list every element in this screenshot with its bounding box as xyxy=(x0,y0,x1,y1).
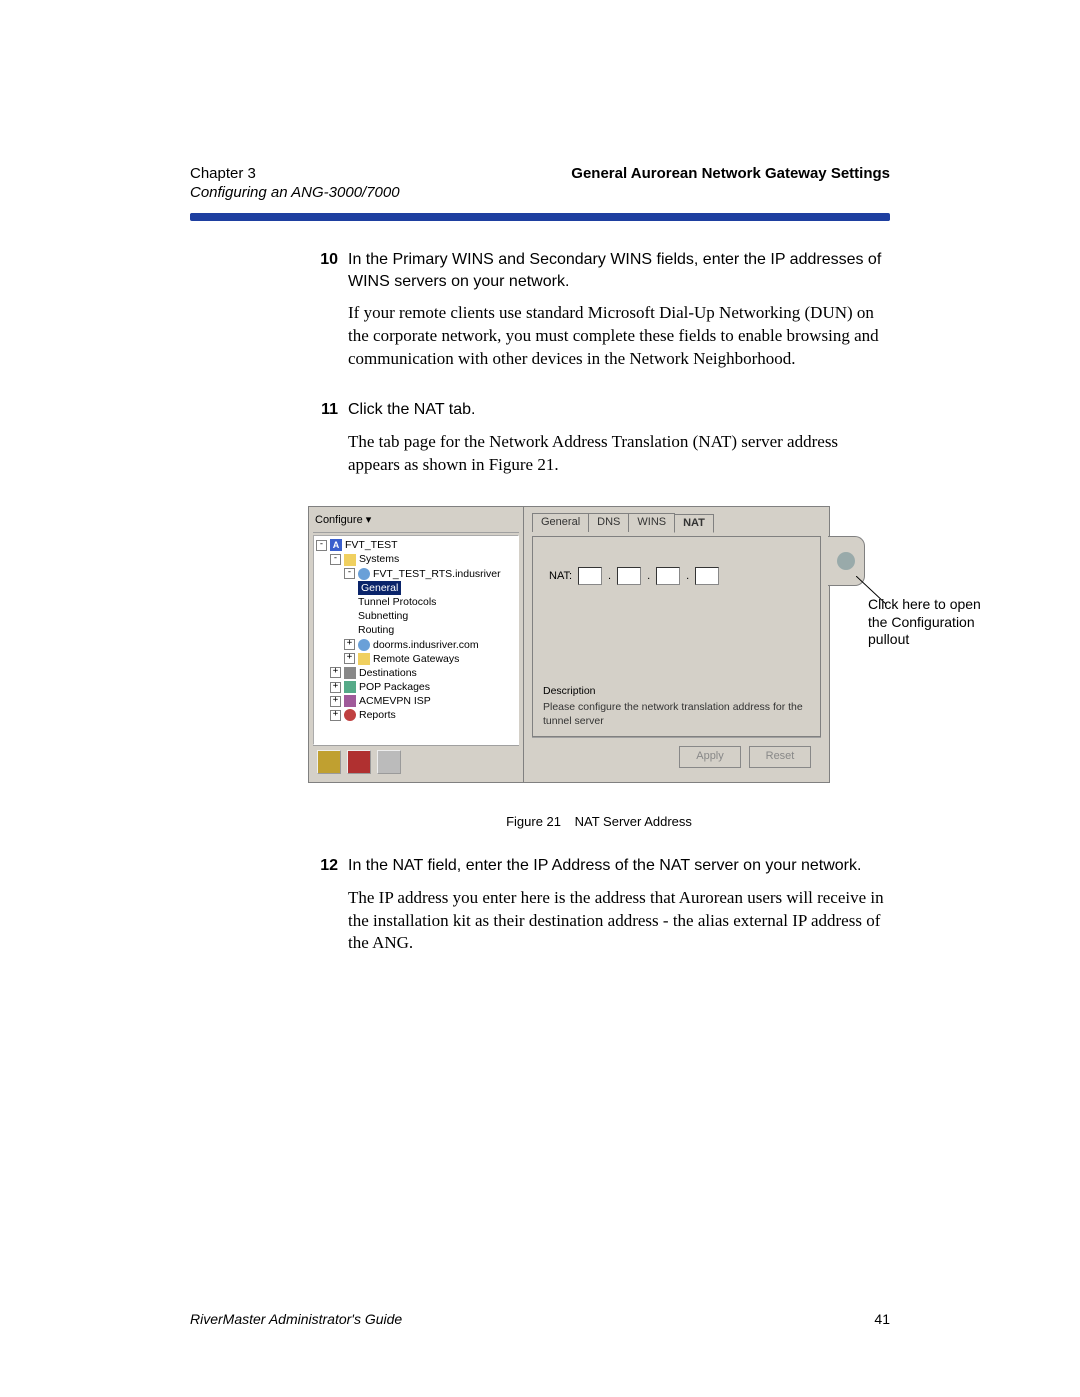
tree-item-remote[interactable]: Remote Gateways xyxy=(373,652,459,666)
tab-general[interactable]: General xyxy=(532,513,589,532)
nat-tab-body: NAT: . . . Description Please configure … xyxy=(532,536,821,737)
pullout-icon xyxy=(837,552,855,570)
toolbar-icon-1[interactable] xyxy=(317,750,341,774)
globe-icon xyxy=(358,568,370,580)
step-number: 12 xyxy=(308,855,338,965)
nat-ip-octet-4[interactable] xyxy=(695,567,719,585)
step-11: 11 Click the NAT tab. The tab page for t… xyxy=(308,399,890,486)
apply-button[interactable]: Apply xyxy=(679,746,741,768)
section-title: General Aurorean Network Gateway Setting… xyxy=(571,165,890,182)
pop-icon xyxy=(344,681,356,693)
nat-field-label: NAT: xyxy=(549,569,572,584)
callout-text: Click here to open the Configuration pul… xyxy=(868,596,998,649)
step-12-p1: In the NAT field, enter the IP Address o… xyxy=(348,855,890,877)
footer-guide-title: RiverMaster Administrator's Guide xyxy=(190,1311,402,1327)
folder-icon xyxy=(344,554,356,566)
toolbar-icon-2[interactable] xyxy=(347,750,371,774)
reports-icon xyxy=(344,709,356,721)
tab-nat[interactable]: NAT xyxy=(674,514,714,533)
tree-isp[interactable]: ACMEVPN ISP xyxy=(359,694,431,708)
tree-host[interactable]: FVT_TEST_RTS.indusriver xyxy=(373,567,501,581)
step-11-p2: The tab page for the Network Address Tra… xyxy=(348,431,890,477)
step-10-p2: If your remote clients use standard Micr… xyxy=(348,302,890,371)
tree-pane-header[interactable]: Configure ▾ xyxy=(313,511,519,533)
isp-icon xyxy=(344,695,356,707)
toolbar-icon-3[interactable] xyxy=(377,750,401,774)
tree-item-routing[interactable]: Routing xyxy=(358,623,394,637)
figure-label: Figure 21 xyxy=(506,814,561,829)
tree-expand-icon[interactable]: + xyxy=(330,682,341,693)
tree-collapse-icon[interactable]: - xyxy=(344,568,355,579)
tree-expand-icon[interactable]: + xyxy=(344,639,355,650)
tree-root[interactable]: FVT_TEST xyxy=(345,538,398,552)
nat-ip-octet-2[interactable] xyxy=(617,567,641,585)
tree-pop[interactable]: POP Packages xyxy=(359,680,430,694)
tree-collapse-icon[interactable]: - xyxy=(330,554,341,565)
description-text: Please configure the network translation… xyxy=(543,700,810,728)
tree-reports[interactable]: Reports xyxy=(359,708,396,722)
config-tree[interactable]: -AFVT_TEST -Systems -FVT_TEST_RTS.indusr… xyxy=(313,535,519,745)
step-number: 11 xyxy=(308,399,338,486)
tree-expand-icon[interactable]: + xyxy=(330,667,341,678)
tree-item-general[interactable]: General xyxy=(358,581,401,595)
tree-systems[interactable]: Systems xyxy=(359,552,399,566)
step-10-p1: In the Primary WINS and Secondary WINS f… xyxy=(348,249,890,292)
step-number: 10 xyxy=(308,249,338,381)
globe-icon xyxy=(358,639,370,651)
tab-wins[interactable]: WINS xyxy=(628,513,675,532)
folder-icon xyxy=(358,653,370,665)
header-subtitle: Configuring an ANG-3000/7000 xyxy=(190,184,890,201)
reset-button[interactable]: Reset xyxy=(749,746,811,768)
root-icon: A xyxy=(330,539,342,551)
page-number: 41 xyxy=(874,1311,890,1327)
chapter-label: Chapter 3 xyxy=(190,165,256,182)
destinations-icon xyxy=(344,667,356,679)
tree-expand-icon[interactable]: + xyxy=(330,710,341,721)
divider-wave xyxy=(190,213,890,221)
figure-title: NAT Server Address xyxy=(575,814,692,829)
tree-item-tunnel[interactable]: Tunnel Protocols xyxy=(358,595,436,609)
nat-ip-octet-1[interactable] xyxy=(578,567,602,585)
figure-caption: Figure 21 NAT Server Address xyxy=(308,813,890,831)
tree-expand-icon[interactable]: + xyxy=(330,696,341,707)
tree-expand-icon[interactable]: + xyxy=(344,653,355,664)
tree-item-subnet[interactable]: Subnetting xyxy=(358,609,408,623)
tab-dns[interactable]: DNS xyxy=(588,513,629,532)
step-12: 12 In the NAT field, enter the IP Addres… xyxy=(308,855,890,965)
step-11-p1: Click the NAT tab. xyxy=(348,399,890,421)
step-12-p2: The IP address you enter here is the add… xyxy=(348,887,890,956)
nat-ip-octet-3[interactable] xyxy=(656,567,680,585)
tree-item-doorms[interactable]: doorms.indusriver.com xyxy=(373,638,479,652)
settings-tabs: General DNS WINS NAT xyxy=(532,513,821,532)
figure-21-screenshot: Configure ▾ -AFVT_TEST -Systems -FVT_TES… xyxy=(308,506,890,783)
tree-toolbar xyxy=(313,745,519,778)
description-label: Description xyxy=(543,684,810,698)
step-10: 10 In the Primary WINS and Secondary WIN… xyxy=(308,249,890,381)
tree-collapse-icon[interactable]: - xyxy=(316,540,327,551)
tree-destinations[interactable]: Destinations xyxy=(359,666,417,680)
